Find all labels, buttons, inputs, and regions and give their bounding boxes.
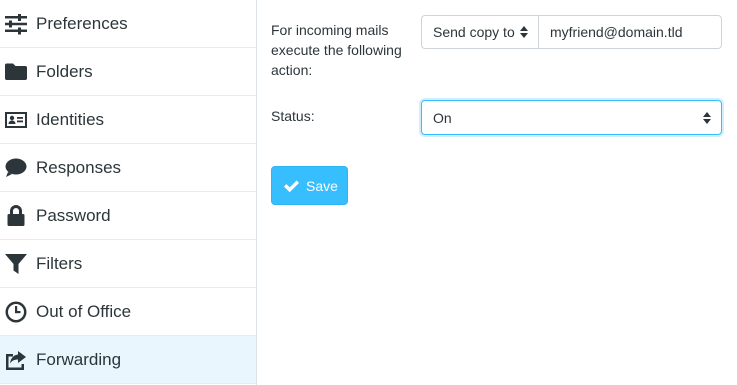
sidebar-item-label: Forwarding xyxy=(36,349,122,369)
status-label: Status: xyxy=(271,108,315,124)
comment-icon xyxy=(0,144,36,192)
forwarding-form: For incoming mails exe­cute the followin… xyxy=(258,0,737,385)
sidebar-item-forwarding[interactable]: Forwarding xyxy=(0,336,256,384)
sidebar-item-label: Identities xyxy=(36,109,105,129)
filter-icon xyxy=(0,240,36,288)
sidebar-item-folders[interactable]: Folders xyxy=(0,48,256,96)
sliders-icon xyxy=(0,0,36,48)
sidebar-item-filters[interactable]: Filters xyxy=(0,240,256,288)
action-select-value: Send copy to xyxy=(433,24,515,40)
sidebar-item-responses[interactable]: Responses xyxy=(0,144,256,192)
sidebar-item-label: Filters xyxy=(36,253,83,273)
settings-sidebar: Preferences Folders Identities Responses… xyxy=(0,0,257,385)
save-button[interactable]: Save xyxy=(271,166,348,205)
sidebar-item-label: Responses xyxy=(36,157,122,177)
status-select[interactable]: On xyxy=(421,100,722,135)
target-email-input[interactable] xyxy=(538,15,722,49)
folder-icon xyxy=(0,48,36,96)
sidebar-item-out-of-office[interactable]: Out of Office xyxy=(0,288,256,336)
lock-icon xyxy=(0,192,36,240)
action-select[interactable]: Send copy to xyxy=(421,15,538,49)
clock-icon xyxy=(0,288,36,336)
sidebar-item-password[interactable]: Password xyxy=(0,192,256,240)
action-label: For incoming mails exe­cute the followin… xyxy=(271,22,402,78)
sort-caret-icon xyxy=(520,26,528,38)
id-card-icon xyxy=(0,96,36,144)
share-icon xyxy=(0,336,36,384)
sidebar-item-preferences[interactable]: Preferences xyxy=(0,0,256,48)
sidebar-item-label: Out of Office xyxy=(36,301,132,321)
sidebar-item-label: Password xyxy=(36,205,111,225)
check-icon xyxy=(284,180,299,192)
sort-caret-icon xyxy=(703,112,711,124)
sidebar-item-identities[interactable]: Identities xyxy=(0,96,256,144)
status-select-value: On xyxy=(433,109,452,126)
save-button-label: Save xyxy=(306,177,338,194)
sidebar-item-label: Preferences xyxy=(36,13,128,33)
sidebar-item-label: Folders xyxy=(36,61,93,81)
